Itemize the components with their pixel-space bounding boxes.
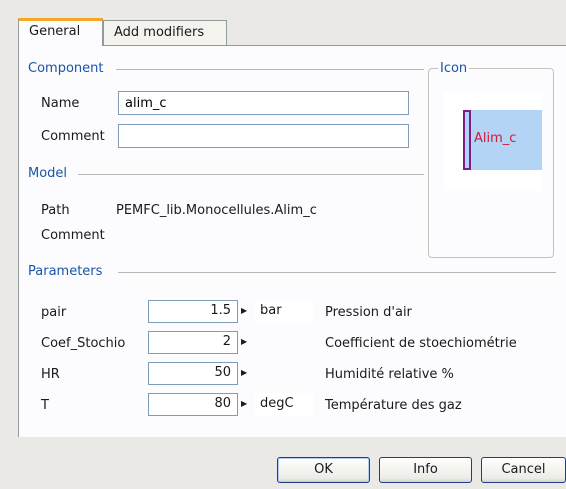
parameters-section-title: Parameters <box>28 264 103 279</box>
model-path-label: Path <box>41 203 70 218</box>
param-menu-arrow-icon[interactable]: ▶ <box>241 399 247 408</box>
info-button[interactable]: Info <box>379 457 472 483</box>
component-dialog: { "tabs": [ {"label": "General"}, {"labe… <box>0 0 566 489</box>
param-desc-coef-stochio: Coefficient de stoechiométrie <box>325 336 517 351</box>
component-icon-port <box>463 110 471 170</box>
param-value-hr[interactable]: 50 <box>148 362 238 385</box>
model-section-divider <box>78 174 424 175</box>
model-section-title: Model <box>28 166 68 181</box>
param-desc-hr: Humidité relative % <box>325 367 454 382</box>
param-desc-pair: Pression d'air <box>325 305 412 320</box>
param-name-hr: HR <box>41 367 60 382</box>
param-menu-arrow-icon[interactable]: ▶ <box>241 337 247 346</box>
param-desc-t: Température des gaz <box>325 398 462 413</box>
tab-general-label: General <box>29 24 81 39</box>
param-value-coef-stochio[interactable]: 2 <box>148 331 238 354</box>
ok-button[interactable]: OK <box>277 457 370 483</box>
tab-add-modifiers-label: Add modifiers <box>114 25 205 40</box>
model-path-value: PEMFC_lib.Monocellules.Alim_c <box>116 203 317 218</box>
component-section-title: Component <box>28 61 104 76</box>
name-field[interactable] <box>118 91 409 115</box>
param-value-pair[interactable]: 1.5 <box>148 300 238 323</box>
parameters-section-divider <box>118 272 556 273</box>
name-label: Name <box>41 96 80 111</box>
model-comment-label: Comment <box>41 228 105 243</box>
param-unit-pair[interactable]: bar <box>255 300 313 323</box>
component-section-divider <box>116 69 424 70</box>
comment-label: Comment <box>41 129 105 144</box>
cancel-button[interactable]: Cancel <box>481 457 566 483</box>
param-name-coef-stochio: Coef_Stochio <box>41 336 126 351</box>
tab-add-modifiers[interactable]: Add modifiers <box>103 20 227 46</box>
param-value-t[interactable]: 80 <box>148 393 238 416</box>
tab-general[interactable]: General <box>18 18 103 46</box>
param-name-t: T <box>41 398 49 413</box>
param-unit-t[interactable]: degC <box>255 393 313 416</box>
comment-field[interactable] <box>118 124 409 148</box>
param-menu-arrow-icon[interactable]: ▶ <box>241 368 247 377</box>
icon-section-title: Icon <box>438 61 470 76</box>
param-menu-arrow-icon[interactable]: ▶ <box>241 306 247 315</box>
param-name-pair: pair <box>41 305 67 320</box>
component-icon-label: Alim_c <box>474 131 517 146</box>
